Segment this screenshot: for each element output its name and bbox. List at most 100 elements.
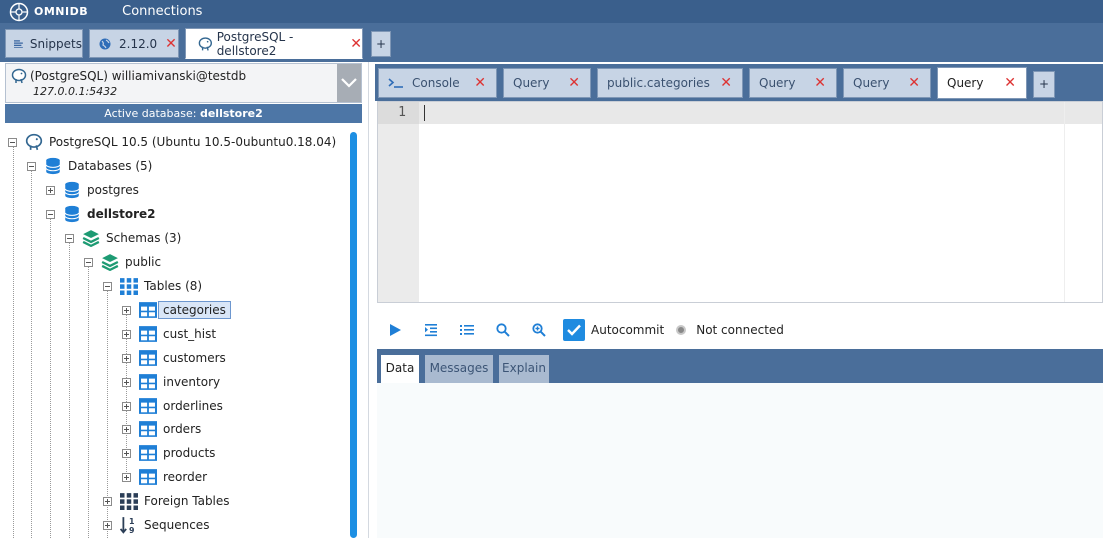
tree-node-label: orders (163, 422, 202, 436)
tree-node-table-reorder[interactable]: reorder (122, 467, 207, 487)
omnidb-logo-icon (9, 2, 29, 21)
tab-data[interactable]: Data (381, 355, 419, 383)
tab-messages[interactable]: Messages (425, 355, 493, 383)
text-cursor (424, 105, 425, 121)
table-icon (139, 398, 157, 414)
schema-layers-icon (101, 254, 119, 271)
tree-guide-line (13, 142, 14, 538)
add-tab-button[interactable]: + (371, 31, 391, 57)
close-icon[interactable]: ✕ (474, 75, 486, 91)
tree-node-table-orderlines[interactable]: orderlines (122, 396, 223, 416)
tables-grid-icon (120, 278, 138, 295)
result-tab-strip: Data Messages Explain (377, 349, 1103, 383)
tree-node-server[interactable]: PostgreSQL 10.5 (Ubuntu 10.5-0ubuntu0.18… (8, 132, 336, 152)
tree-node-schemas[interactable]: Schemas (3) (65, 228, 181, 248)
active-database-prefix: Active database: (104, 107, 197, 120)
tab-label: public.categories (607, 76, 710, 90)
expand-toggle[interactable] (46, 185, 55, 195)
collapse-toggle[interactable] (27, 161, 36, 171)
tree-node-databases[interactable]: Databases (5) (27, 156, 152, 176)
indent-icon (425, 324, 437, 337)
collapse-toggle[interactable] (84, 257, 93, 267)
table-icon (139, 374, 157, 390)
tree-node-table-orders[interactable]: orders (122, 419, 201, 439)
expand-toggle[interactable] (122, 424, 131, 434)
connection-host: 127.0.0.1:5432 (33, 85, 118, 98)
expand-toggle[interactable] (122, 448, 131, 458)
tab-label: Query (947, 76, 984, 90)
collapse-toggle[interactable] (65, 233, 74, 243)
expand-toggle[interactable] (122, 353, 131, 363)
run-query-button[interactable] (385, 320, 405, 340)
tree-node-schema-public[interactable]: public (84, 252, 161, 272)
tree-node-foreign-tables[interactable]: Foreign Tables (103, 491, 230, 511)
tab-version[interactable]: 2.12.0 ✕ (89, 29, 179, 58)
expand-toggle[interactable] (122, 401, 131, 411)
tab-snippets[interactable]: Snippets (5, 29, 83, 58)
tree-node-label: Tables (8) (144, 279, 203, 293)
tree-node-table-customers[interactable]: customers (122, 348, 226, 368)
connection-selector[interactable]: (PostgreSQL) williamivanski@testdb 127.0… (5, 63, 362, 103)
tree-node-table-categories[interactable]: categories (122, 300, 231, 320)
tree-guide-line (88, 262, 89, 538)
tree-guide-line (31, 166, 32, 538)
expand-toggle[interactable] (122, 305, 131, 315)
indent-button[interactable] (421, 320, 441, 340)
tree-node-label: Databases (5) (68, 159, 153, 173)
tree-node-label: inventory (163, 375, 221, 389)
tree-node-label: products (163, 446, 216, 460)
collapse-toggle[interactable] (103, 281, 112, 291)
explain-analyze-button[interactable] (529, 320, 549, 340)
tab-query-3[interactable]: Query ✕ (843, 68, 931, 98)
tree-node-sequences[interactable]: 1 9 Sequences (103, 515, 209, 535)
tab-query-2[interactable]: Query ✕ (749, 68, 837, 98)
tree-node-table-inventory[interactable]: inventory (122, 372, 220, 392)
tree-node-table-cust-hist[interactable]: cust_hist (122, 324, 216, 344)
tab-console[interactable]: Console ✕ (378, 68, 497, 98)
tree-node-db-postgres[interactable]: postgres (46, 180, 139, 200)
snippets-icon (14, 39, 23, 48)
tab-public-categories[interactable]: public.categories ✕ (597, 68, 743, 98)
expand-toggle[interactable] (122, 472, 131, 482)
tab-postgresql-dellstore2[interactable]: PostgreSQL - dellstore2 ✕ (185, 28, 363, 59)
editor-print-margin (1064, 102, 1065, 302)
tree-node-label: public (125, 255, 162, 269)
expand-toggle[interactable] (103, 520, 112, 530)
tab-query-active[interactable]: Query ✕ (937, 67, 1027, 99)
globe-icon (99, 38, 111, 49)
expand-toggle[interactable] (122, 377, 131, 387)
tree-scrollbar[interactable] (350, 132, 357, 538)
tree-node-label: reorder (163, 470, 208, 484)
expand-toggle[interactable] (103, 496, 112, 506)
tab-query-1[interactable]: Query ✕ (503, 68, 591, 98)
omnidb-logo[interactable]: OMNIDB (9, 2, 88, 22)
tree-node-label: postgres (87, 183, 139, 197)
close-icon[interactable]: ✕ (350, 36, 362, 52)
sql-editor[interactable]: 1 (377, 101, 1103, 303)
tree-node-label: categories (158, 301, 231, 319)
collapse-toggle[interactable] (46, 209, 55, 219)
close-icon[interactable]: ✕ (1004, 75, 1016, 91)
close-icon[interactable]: ✕ (908, 75, 920, 91)
collapse-toggle[interactable] (8, 137, 17, 147)
tree-node-tables[interactable]: Tables (8) (103, 276, 202, 296)
tab-label: Query (513, 76, 550, 90)
tree-node-table-products[interactable]: products (122, 443, 215, 463)
close-icon[interactable]: ✕ (165, 36, 177, 52)
tree-node-db-dellstore2[interactable]: dellstore2 (46, 204, 155, 224)
list-button[interactable] (457, 320, 477, 340)
nav-connections[interactable]: Connections (122, 4, 202, 19)
tab-explain[interactable]: Explain (499, 355, 549, 383)
connection-dropdown-button[interactable] (337, 64, 361, 102)
close-icon[interactable]: ✕ (720, 75, 732, 91)
postgresql-elephant-icon (198, 36, 212, 51)
editor-gutter (378, 102, 419, 302)
tree-node-label: PostgreSQL 10.5 (Ubuntu 10.5-0ubuntu0.18… (49, 135, 337, 149)
connection-status-icon (676, 325, 687, 335)
autocommit-checkbox[interactable] (563, 319, 585, 341)
add-query-tab-button[interactable]: + (1033, 71, 1055, 98)
explain-button[interactable] (493, 320, 513, 340)
expand-toggle[interactable] (122, 329, 131, 339)
close-icon[interactable]: ✕ (814, 75, 826, 91)
close-icon[interactable]: ✕ (568, 75, 580, 91)
